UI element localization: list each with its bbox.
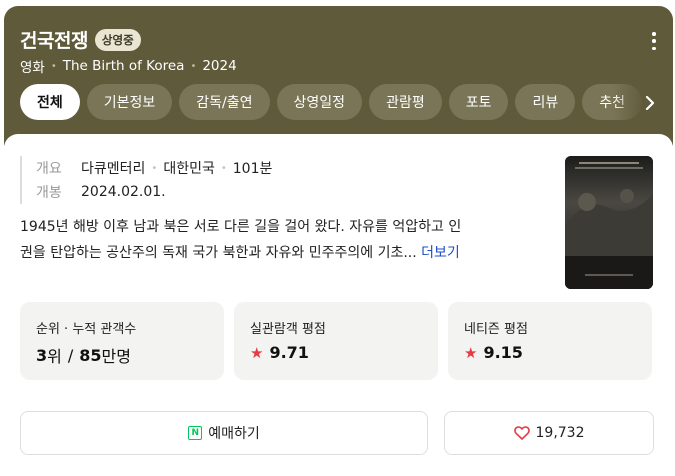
rank-label: 순위 · 누적 관객수 (36, 322, 137, 337)
tab-schedule[interactable]: 상영일정 (276, 84, 363, 120)
movie-meta: 영화 • The Birth of Korea • 2024 (20, 56, 237, 76)
genre: 다큐멘터리 (81, 161, 146, 177)
country: 대한민국 (163, 161, 215, 177)
naver-icon: N (188, 426, 203, 440)
action-row: N 예매하기 19,732 (20, 411, 654, 455)
audience-rating-card[interactable]: 실관람객 평점 ★ 9.71 (234, 302, 438, 380)
tab-reviews[interactable]: 리뷰 (515, 84, 576, 120)
title-row: 건국전쟁 상영중 (20, 26, 141, 53)
synopsis-line: 권을 탄압하는 공산주의 독재 국가 북한과 자유와 민주주의에 기초... 더… (20, 240, 550, 266)
rank-number: 3 (36, 345, 48, 365)
movie-category: 영화 (20, 60, 45, 76)
tab-all[interactable]: 전체 (20, 84, 80, 120)
overview-label: 개요 (36, 161, 62, 177)
synopsis: 1945년 해방 이후 남과 북은 서로 다른 길을 걸어 왔다. 자유를 억압… (20, 214, 550, 266)
rank-card[interactable]: 순위 · 누적 관객수 3위 / 85 만명 (20, 302, 224, 380)
separator-dot: • (50, 60, 57, 72)
booking-label: 예매하기 (208, 426, 260, 442)
netizen-rating-card[interactable]: 네티즌 평점 ★ 9.15 (448, 302, 652, 380)
audience-number: 85 (79, 345, 102, 365)
star-icon: ★ (250, 343, 264, 362)
rank-separator: / (67, 345, 74, 365)
separator-dot: • (220, 162, 227, 174)
movie-title[interactable]: 건국전쟁 (20, 26, 88, 53)
like-count: 19,732 (535, 425, 585, 441)
heart-icon (513, 426, 530, 440)
stats-row: 순위 · 누적 관객수 3위 / 85 만명 실관람객 평점 ★ 9.71 네티즌… (20, 302, 652, 380)
info-block: 개요 다큐멘터리 • 대한민국 • 101분 개봉 2024.02.01. (20, 156, 272, 204)
rank-value: 3위 / 85 만명 (36, 343, 208, 367)
tab-photos[interactable]: 포토 (448, 84, 509, 120)
tab-bar: 전체 기본정보 감독/출연 상영일정 관람평 포토 리뷰 추천 (20, 84, 646, 122)
tab-director-cast[interactable]: 감독/출연 (179, 84, 270, 120)
status-badge: 상영중 (94, 28, 141, 51)
tab-basic-info[interactable]: 기본정보 (86, 84, 173, 120)
separator-dot: • (151, 162, 158, 174)
release-date: 2024.02.01. (81, 184, 166, 200)
movie-poster[interactable] (565, 156, 653, 289)
booking-button[interactable]: N 예매하기 (20, 411, 428, 455)
read-more-link[interactable]: 더보기 (421, 245, 460, 261)
chevron-right-icon[interactable] (641, 94, 659, 112)
separator-dot: • (190, 60, 197, 72)
audience-unit: 만명 (101, 347, 131, 366)
release-label: 개봉 (36, 185, 62, 201)
audience-rating-value: ★ 9.71 (250, 343, 422, 362)
tab-audience-reviews[interactable]: 관람평 (369, 84, 442, 120)
rank-unit: 위 (47, 347, 62, 366)
netizen-rating-value: ★ 9.15 (464, 343, 636, 362)
star-icon: ★ (464, 343, 478, 362)
more-options-icon[interactable] (651, 32, 657, 50)
movie-year: 2024 (202, 58, 237, 74)
overview-row: 개요 다큐멘터리 • 대한민국 • 101분 (36, 156, 272, 180)
like-button[interactable]: 19,732 (444, 411, 654, 455)
movie-card: 건국전쟁 상영중 영화 • The Birth of Korea • 2024 … (4, 6, 673, 476)
netizen-rating-number: 9.15 (483, 343, 523, 362)
synopsis-line: 1945년 해방 이후 남과 북은 서로 다른 길을 걸어 왔다. 자유를 억압… (20, 219, 462, 235)
synopsis-line-text: 권을 탄압하는 공산주의 독재 국가 북한과 자유와 민주주의에 기초... (20, 245, 417, 261)
runtime: 101분 (232, 161, 273, 177)
netizen-rating-label: 네티즌 평점 (464, 322, 528, 337)
audience-rating-label: 실관람객 평점 (250, 322, 326, 337)
release-row: 개봉 2024.02.01. (36, 180, 272, 204)
movie-english-title: The Birth of Korea (62, 58, 185, 74)
movie-header: 건국전쟁 상영중 영화 • The Birth of Korea • 2024 … (4, 6, 673, 146)
audience-rating-number: 9.71 (269, 343, 309, 362)
movie-body: 개요 다큐멘터리 • 대한민국 • 101분 개봉 2024.02.01. 19… (4, 134, 673, 476)
